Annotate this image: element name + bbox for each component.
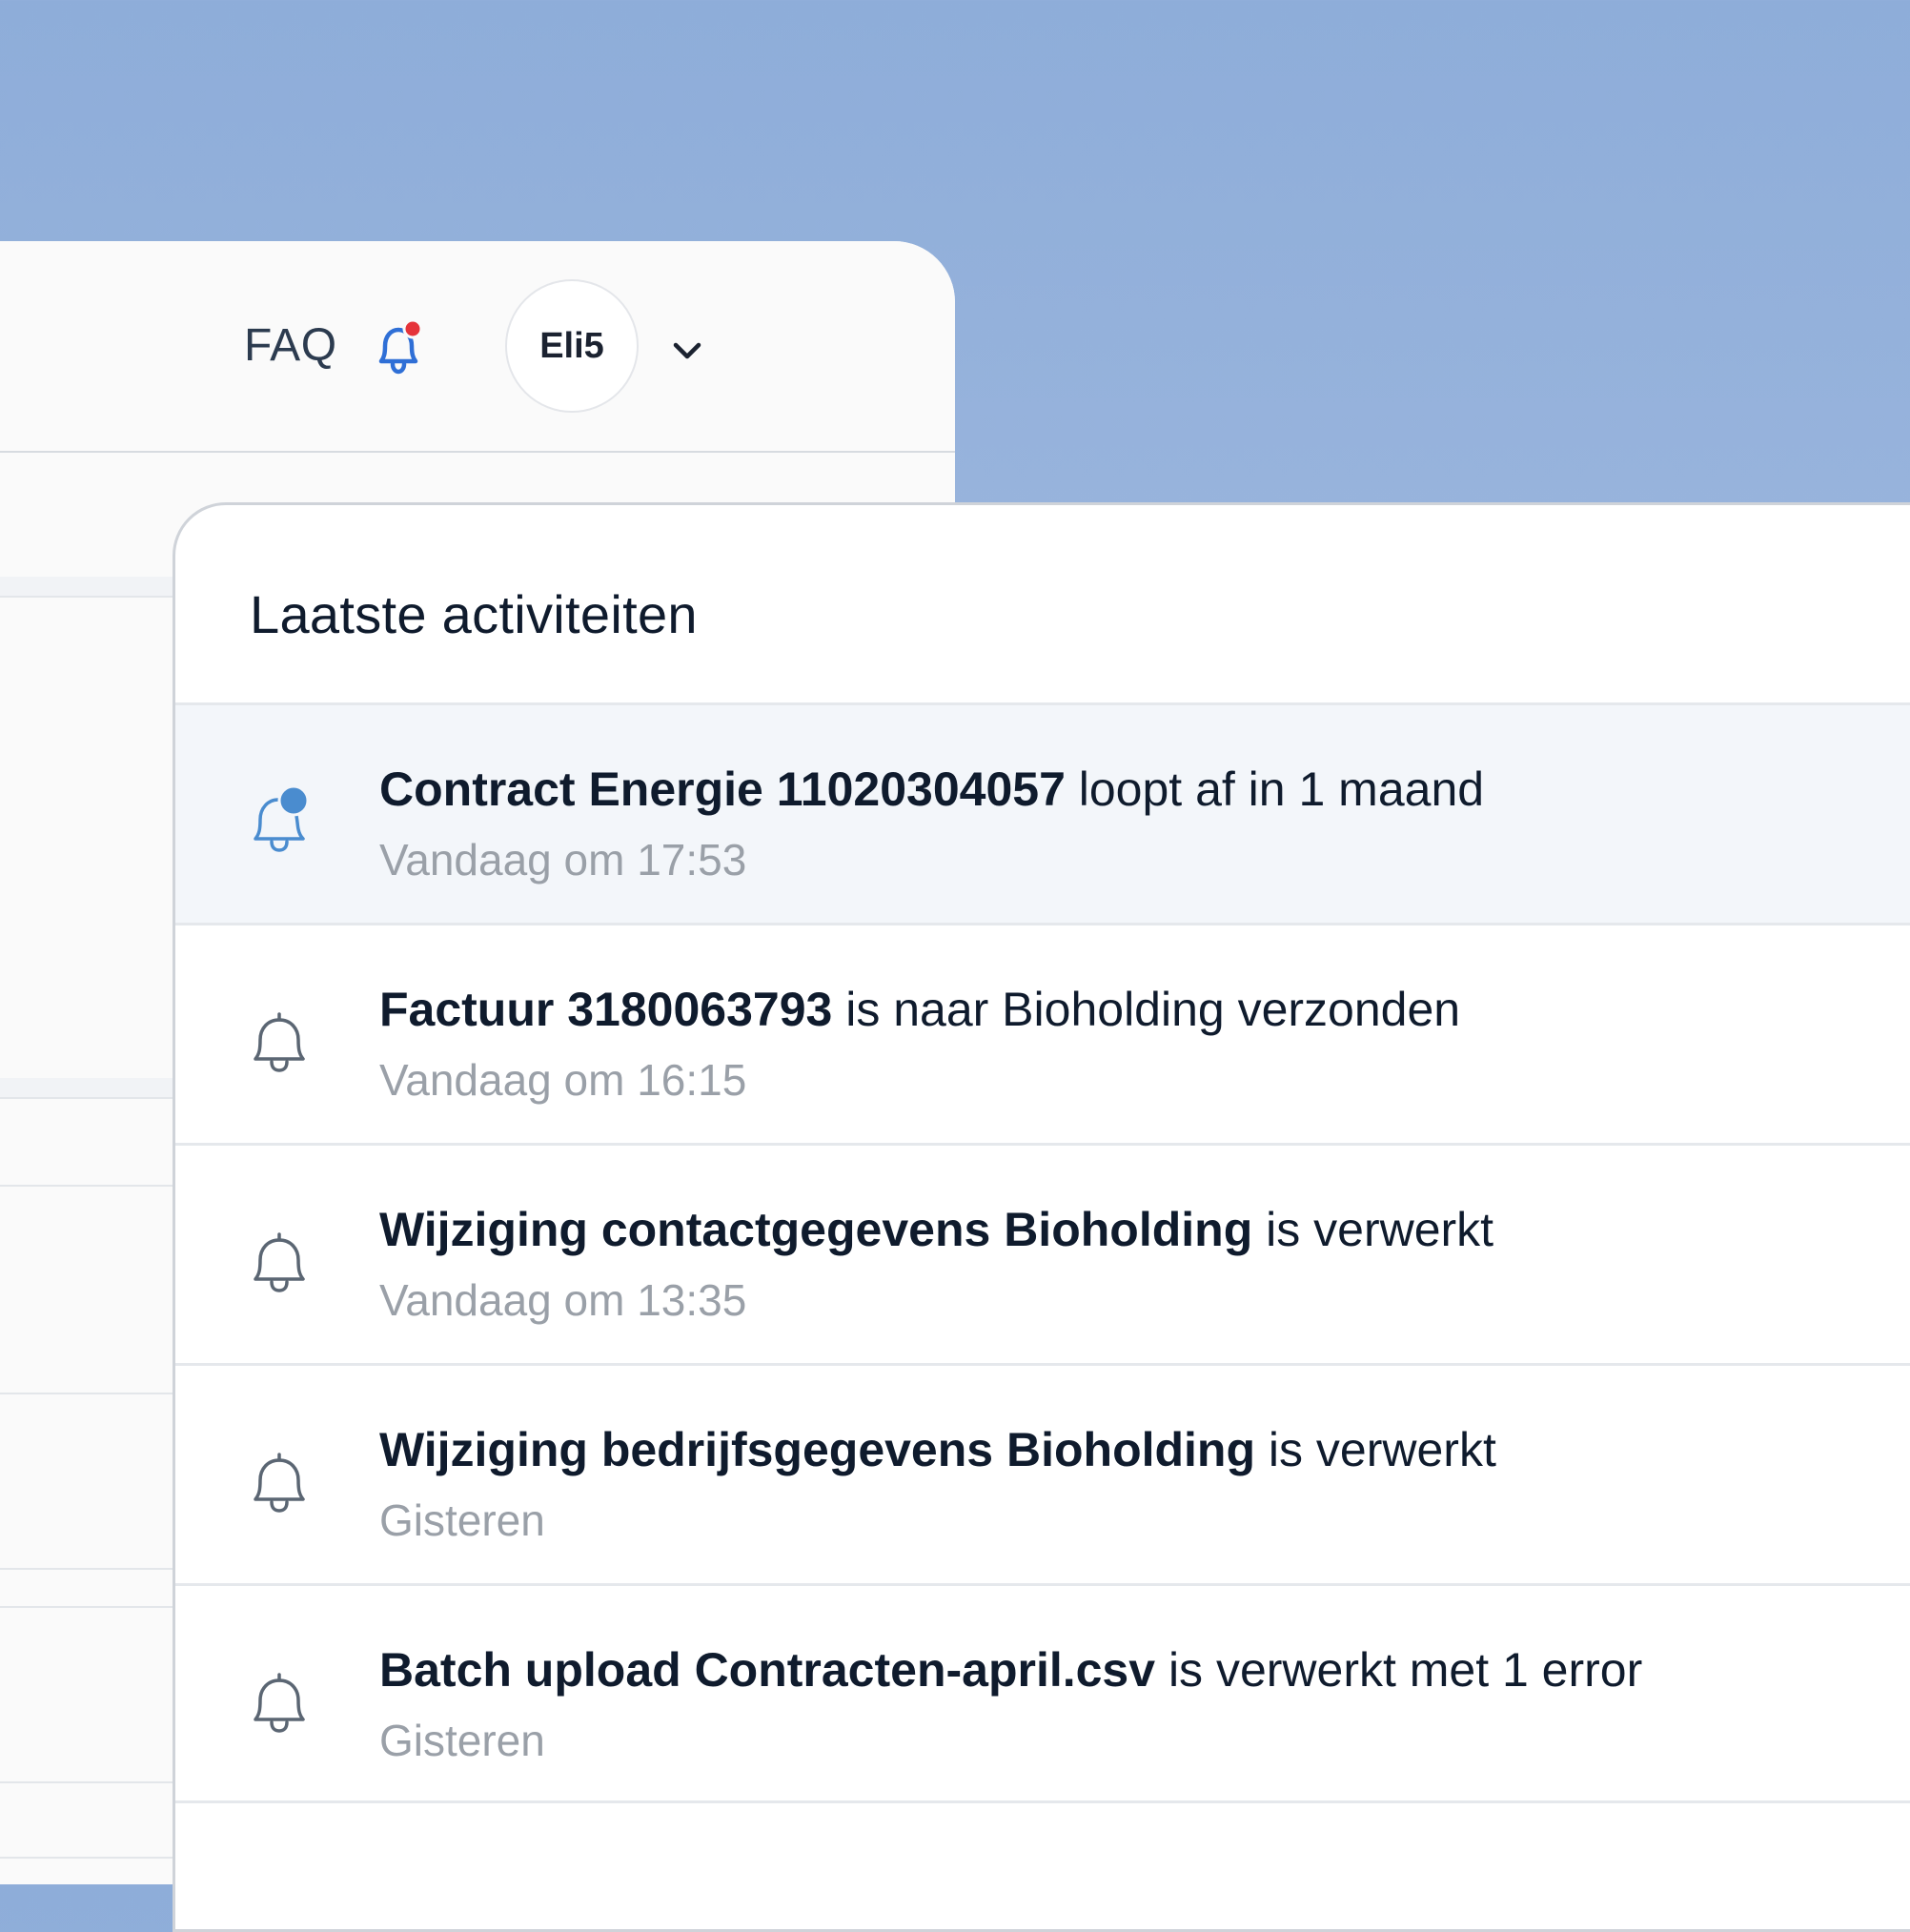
bell-icon [254,1012,305,1072]
user-avatar[interactable]: Eli5 [505,279,639,413]
notifications-button[interactable] [372,318,425,376]
chevron-down-icon [673,342,701,359]
activity-timestamp: Vandaag om 17:53 [379,835,747,885]
activity-subject: Batch upload Contracten-april.csv [379,1643,1156,1697]
activity-detail: is verwerkt [1255,1423,1496,1476]
top-navigation-bar: FAQ Eli5 [0,241,955,453]
activity-subject: Contract Energie 11020304057 [379,763,1066,816]
activity-timestamp: Vandaag om 16:15 [379,1055,747,1105]
activity-detail: is verwerkt met 1 error [1155,1643,1643,1697]
activity-item[interactable]: Batch upload Contracten-april.csv is ver… [175,1583,1910,1803]
bell-icon [254,1232,305,1292]
activity-item[interactable]: Wijziging contactgegevens Bioholding is … [175,1143,1910,1363]
activity-subject: Factuur 3180063793 [379,983,833,1036]
bell-icon [254,1453,305,1513]
activity-detail: loopt af in 1 maand [1065,763,1485,816]
activity-detail: is naar Bioholding verzonden [832,983,1461,1036]
activity-subject: Wijziging contactgegevens Bioholding [379,1203,1253,1256]
activity-timestamp: Gisteren [379,1495,545,1545]
bell-icon [254,1673,305,1733]
activity-item[interactable]: Factuur 3180063793 is naar Bioholding ve… [175,923,1910,1143]
activity-message: Factuur 3180063793 is naar Bioholding ve… [379,981,1460,1038]
activity-item[interactable]: Wijziging bedrijfsgegevens Bioholding is… [175,1363,1910,1583]
notifications-panel: Laatste activiteiten Contract Energie 11… [173,502,1910,1932]
activity-message: Wijziging contactgegevens Bioholding is … [379,1201,1493,1258]
activity-subject: Wijziging bedrijfsgegevens Bioholding [379,1423,1256,1476]
activity-message: Wijziging bedrijfsgegevens Bioholding is… [379,1421,1496,1478]
activity-message: Contract Energie 11020304057 loopt af in… [379,761,1484,818]
unread-indicator-dot [402,318,423,339]
activity-timestamp: Vandaag om 13:35 [379,1275,747,1325]
activity-message: Batch upload Contracten-april.csv is ver… [379,1641,1642,1698]
user-menu-toggle[interactable] [667,331,707,371]
activity-timestamp: Gisteren [379,1716,545,1765]
activity-list: Contract Energie 11020304057 loopt af in… [175,702,1910,1803]
bell-icon [378,318,423,375]
faq-link[interactable]: FAQ [244,319,337,372]
panel-title: Laatste activiteiten [250,584,698,644]
activity-detail: is verwerkt [1252,1203,1494,1256]
activity-item[interactable]: Contract Energie 11020304057 loopt af in… [175,702,1910,923]
bell-unread-icon [254,784,310,852]
